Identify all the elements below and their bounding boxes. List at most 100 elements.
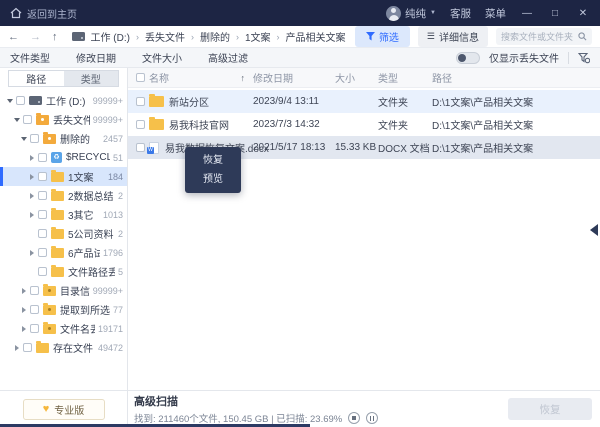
lost-files-only-toggle[interactable] bbox=[456, 52, 480, 64]
column-date[interactable]: 修改日期 bbox=[253, 70, 335, 85]
tree-item[interactable]: 提取到所选的77 bbox=[0, 300, 127, 319]
checkbox[interactable] bbox=[38, 172, 47, 181]
tree-item[interactable]: 6产品试用1796 bbox=[0, 243, 127, 262]
checkbox[interactable] bbox=[30, 324, 39, 333]
breadcrumb-item[interactable]: 删除的 bbox=[200, 29, 230, 44]
checkbox[interactable] bbox=[30, 134, 39, 143]
user-account-menu[interactable]: 纯纯 ▼ bbox=[386, 6, 436, 21]
scan-info: 找到: 211460个文件, 150.45 GB | 已扫描: 23.69% bbox=[134, 411, 342, 425]
caret-expanded-icon[interactable] bbox=[21, 137, 27, 141]
tree-item[interactable]: 删除的2457 bbox=[0, 129, 127, 148]
caret-collapsed-icon[interactable] bbox=[30, 155, 34, 161]
column-size[interactable]: 大小 bbox=[335, 70, 378, 85]
pause-scan-button[interactable] bbox=[366, 412, 378, 424]
folder-icon bbox=[51, 267, 64, 277]
tab-path[interactable]: 路径 bbox=[8, 70, 64, 87]
caret-collapsed-icon[interactable] bbox=[22, 326, 26, 332]
breadcrumb-item[interactable]: 产品相关文案 bbox=[286, 29, 346, 44]
advanced-filter-dropdown[interactable]: 高级过滤 bbox=[208, 50, 252, 65]
nav-back-button[interactable]: ← bbox=[8, 31, 19, 43]
caret-collapsed-icon[interactable] bbox=[30, 193, 34, 199]
search-box[interactable] bbox=[496, 28, 592, 45]
tree-item[interactable]: 目录信息完整的99999+ bbox=[0, 281, 127, 300]
breadcrumb-item[interactable]: 丢失文件 bbox=[145, 29, 185, 44]
select-all-checkbox[interactable] bbox=[136, 73, 145, 82]
caret-collapsed-icon[interactable] bbox=[30, 174, 34, 180]
column-path[interactable]: 路径 bbox=[432, 70, 600, 85]
nav-forward-button[interactable]: → bbox=[30, 31, 41, 43]
tree-item-selected[interactable]: 1文案184 bbox=[0, 167, 127, 186]
caret-expanded-icon[interactable] bbox=[7, 99, 13, 103]
minimize-button[interactable]: — bbox=[520, 8, 534, 19]
clear-filter-icon[interactable] bbox=[578, 52, 590, 64]
checkbox[interactable] bbox=[38, 153, 47, 162]
tree-item[interactable]: 存在文件49472 bbox=[0, 338, 127, 357]
close-button[interactable]: ✕ bbox=[576, 8, 590, 19]
titlebar: 返回到主页 纯纯 ▼ 客服 菜单 — □ ✕ bbox=[0, 0, 600, 26]
maximize-button[interactable]: □ bbox=[548, 8, 562, 19]
checkbox[interactable] bbox=[38, 191, 47, 200]
caret-expanded-icon[interactable] bbox=[14, 118, 20, 122]
caret-collapsed-icon[interactable] bbox=[15, 345, 19, 351]
search-input[interactable] bbox=[501, 32, 578, 42]
folder-icon bbox=[51, 210, 64, 220]
checkbox[interactable] bbox=[136, 143, 145, 152]
filter-button[interactable]: 筛选 bbox=[355, 26, 410, 47]
tree-item[interactable]: 文件名丢失的19171 bbox=[0, 319, 127, 338]
back-to-home-button[interactable]: 返回到主页 bbox=[10, 6, 77, 21]
tree-item[interactable]: 丢失文件99999+ bbox=[0, 110, 127, 129]
tree-item[interactable]: 工作 (D:)99999+ bbox=[0, 91, 127, 110]
chevron-right-icon: › bbox=[136, 32, 139, 42]
app-window: 返回到主页 纯纯 ▼ 客服 菜单 — □ ✕ ← → ↑ 工作 (D:) › 丢… bbox=[0, 0, 600, 427]
checkbox[interactable] bbox=[30, 286, 39, 295]
recover-button-disabled[interactable]: 恢复 bbox=[508, 398, 592, 420]
checkbox[interactable] bbox=[38, 229, 47, 238]
sort-asc-icon[interactable]: ↑ bbox=[241, 73, 246, 83]
checkbox[interactable] bbox=[23, 115, 32, 124]
checkbox[interactable] bbox=[38, 267, 47, 276]
file-size-dropdown[interactable]: 文件大小 bbox=[142, 50, 186, 65]
support-link[interactable]: 客服 bbox=[450, 6, 471, 21]
checkbox[interactable] bbox=[16, 96, 25, 105]
pro-version-button[interactable]: ♥ 专业版 bbox=[23, 399, 105, 420]
stop-scan-button[interactable] bbox=[348, 412, 360, 424]
table-row[interactable]: 易我科技官网 2023/7/3 14:32 文件夹 D:\1文案\产品相关文案 bbox=[128, 113, 600, 136]
breadcrumb-item[interactable]: 1文案 bbox=[245, 29, 271, 44]
home-label: 返回到主页 bbox=[27, 6, 77, 21]
context-menu-recover[interactable]: 恢复 bbox=[185, 151, 241, 170]
modified-date-dropdown[interactable]: 修改日期 bbox=[76, 50, 120, 65]
tree-item[interactable]: 文件路径丢失的5 bbox=[0, 262, 127, 281]
folder-icon bbox=[51, 248, 64, 258]
table-row[interactable]: 新站分区 2023/9/4 13:11 文件夹 D:\1文案\产品相关文案 bbox=[128, 90, 600, 113]
checkbox[interactable] bbox=[38, 210, 47, 219]
collapse-panel-arrow-icon[interactable] bbox=[590, 224, 598, 236]
divider bbox=[568, 52, 569, 64]
checkbox[interactable] bbox=[136, 120, 145, 129]
menu-link[interactable]: 菜单 bbox=[485, 6, 506, 21]
checkbox[interactable] bbox=[23, 343, 32, 352]
checkbox[interactable] bbox=[30, 305, 39, 314]
tab-type[interactable]: 类型 bbox=[64, 70, 120, 87]
caret-collapsed-icon[interactable] bbox=[30, 212, 34, 218]
tree-item[interactable]: 3其它1013 bbox=[0, 205, 127, 224]
toggle-label: 仅显示丢失文件 bbox=[489, 50, 559, 65]
folder-icon bbox=[51, 229, 64, 239]
sidebar: 路径 类型 工作 (D:)99999+ 丢失文件99999+ 删除的2457 ♻… bbox=[0, 68, 128, 427]
column-name[interactable]: 名称 bbox=[149, 70, 169, 85]
checkbox[interactable] bbox=[38, 248, 47, 257]
caret-collapsed-icon[interactable] bbox=[22, 288, 26, 294]
tree-item[interactable]: ♻$RECYCLE.BIN51 bbox=[0, 148, 127, 167]
details-view-button[interactable]: ☰ 详细信息 bbox=[418, 26, 488, 47]
tree-item[interactable]: 5公司资料2 bbox=[0, 224, 127, 243]
column-type[interactable]: 类型 bbox=[378, 70, 432, 85]
file-type-dropdown[interactable]: 文件类型 bbox=[10, 50, 54, 65]
context-menu-preview[interactable]: 预览 bbox=[185, 170, 241, 189]
nav-up-button[interactable]: ↑ bbox=[52, 31, 58, 43]
caret-collapsed-icon[interactable] bbox=[22, 307, 26, 313]
tree-item[interactable]: 2数据总结2 bbox=[0, 186, 127, 205]
checkbox[interactable] bbox=[136, 97, 145, 106]
chevron-right-icon: › bbox=[191, 32, 194, 42]
caret-collapsed-icon[interactable] bbox=[30, 250, 34, 256]
breadcrumb-item[interactable]: 工作 (D:) bbox=[91, 29, 130, 44]
folder-icon bbox=[43, 134, 56, 144]
